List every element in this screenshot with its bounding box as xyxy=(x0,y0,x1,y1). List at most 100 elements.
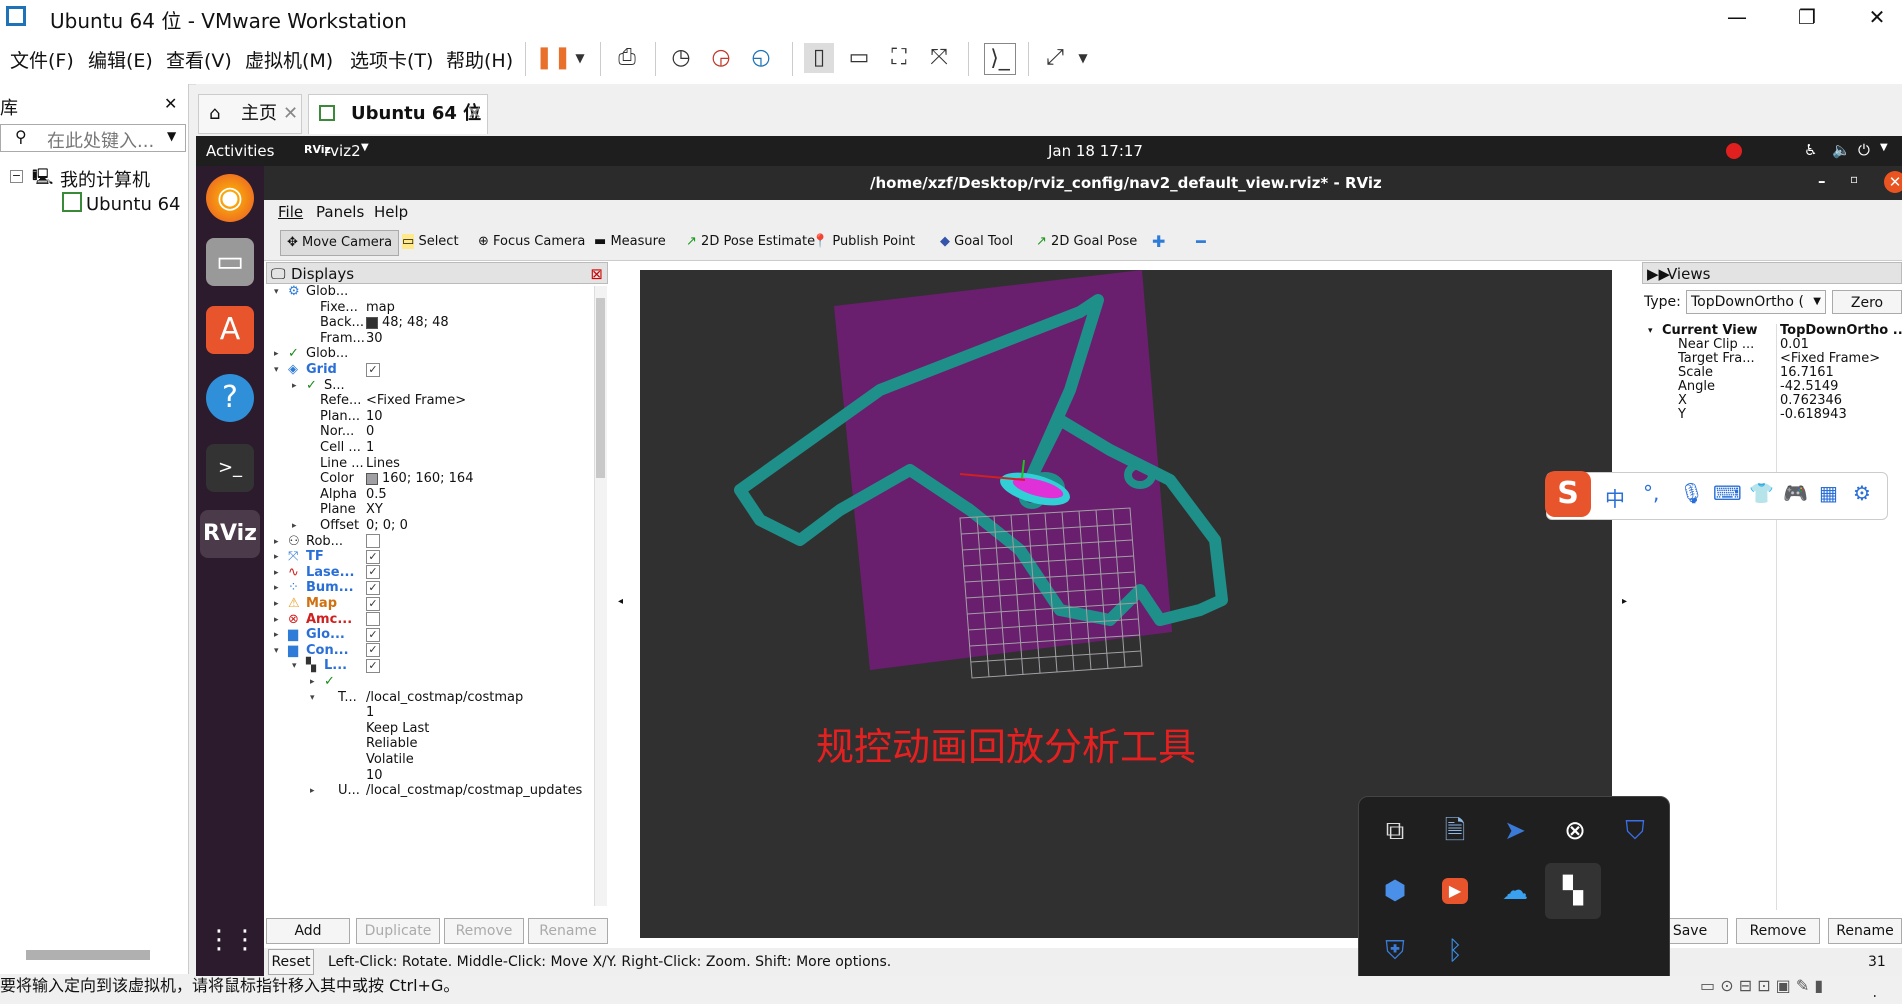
tool-2d-goal-pose[interactable]: ↗ 2D Goal Pose xyxy=(1030,230,1143,254)
snapshot-manager-icon[interactable]: ◵ xyxy=(746,43,776,73)
defender-icon[interactable]: ⛨ xyxy=(1371,927,1419,975)
search-input[interactable]: 在此处键入... xyxy=(47,127,154,153)
scroll-thumb[interactable] xyxy=(596,298,605,478)
display-row[interactable]: Refe... <Fixed Frame> xyxy=(266,393,594,409)
accessibility-icon[interactable]: ♿ xyxy=(1804,141,1817,159)
enable-checkbox[interactable]: ✓ xyxy=(366,627,380,642)
expand-arrow-icon[interactable]: ▸ xyxy=(274,549,279,565)
display-row[interactable]: Fram... 30 xyxy=(266,331,594,347)
chinese-mode-icon[interactable]: 中 xyxy=(1605,483,1625,512)
enable-checkbox[interactable]: ✓ xyxy=(366,596,380,611)
enable-checkbox[interactable]: ✓ xyxy=(366,658,380,673)
display-row[interactable]: ▸ ∿ Lase... ✓ xyxy=(266,565,594,581)
display-value[interactable]: ✓ xyxy=(366,549,380,565)
enable-checkbox[interactable]: ✓ xyxy=(366,643,380,658)
expand-arrow-icon[interactable]: ▾ xyxy=(274,643,279,659)
pause-icon[interactable]: ❚❚ xyxy=(535,43,572,73)
view-property-row[interactable]: Scale 16.7161 xyxy=(1642,366,1902,380)
displays-tree[interactable]: ▾ ⚙ Glob... Fixe... map Back... 48; 48; 48 Fram… xyxy=(266,284,594,912)
menu-vm[interactable]: 虚拟机(M) xyxy=(245,46,333,73)
help-icon[interactable]: ? xyxy=(206,374,254,422)
display-row[interactable]: ▸ ⚠ Map ✓ xyxy=(266,596,594,612)
display-row[interactable]: Plane XY xyxy=(266,502,594,518)
expand-arrow-icon[interactable]: ▾ xyxy=(274,362,279,378)
view-property-value[interactable]: -0.618943 xyxy=(1780,408,1847,422)
wps-icon[interactable]: ▶ xyxy=(1442,878,1468,904)
enable-checkbox[interactable]: ✓ xyxy=(366,580,380,595)
menu-tabs[interactable]: 选项卡(T) xyxy=(350,46,433,73)
display-row[interactable]: Line ... Lines xyxy=(266,456,594,472)
display-row[interactable]: ▸ ✓ Glob... xyxy=(266,346,594,362)
display-row[interactable]: ▸ ⚇ Rob... xyxy=(266,534,594,550)
display-row[interactable]: ▸ ⁘ Bum... ✓ xyxy=(266,580,594,596)
display-row[interactable]: ▸ Offset 0; 0; 0 xyxy=(266,518,594,534)
chevron-down-icon[interactable]: ▼ xyxy=(167,129,176,143)
view-property-row[interactable]: Near Clip ... 0.01 xyxy=(1642,338,1902,352)
enable-checkbox[interactable]: ✓ xyxy=(366,549,380,564)
tab-ubuntu[interactable]: Ubuntu 64 位 ✕ xyxy=(308,94,488,134)
xbox-icon[interactable]: ⊗ xyxy=(1551,807,1599,855)
display-value[interactable]: 0 xyxy=(366,424,374,440)
expand-arrow-icon[interactable]: ▸ xyxy=(310,783,315,799)
display-row[interactable]: 1 xyxy=(266,705,594,721)
view-property-value[interactable]: 16.7161 xyxy=(1780,366,1834,380)
display-row[interactable]: Alpha 0.5 xyxy=(266,487,594,503)
display-value[interactable]: 48; 48; 48 xyxy=(366,315,449,331)
display-value[interactable]: XY xyxy=(366,502,383,518)
zero-button[interactable]: Zero xyxy=(1832,290,1902,314)
vmware-tray-icon[interactable]: ⧉ xyxy=(1371,807,1419,855)
stretch-icon[interactable]: ⤢ xyxy=(1040,43,1070,73)
keyboard-icon[interactable]: ⌨ xyxy=(1713,481,1742,505)
menu-help[interactable]: Help xyxy=(374,203,408,221)
expand-arrow-icon[interactable]: ▸ xyxy=(292,518,297,534)
view-property-row[interactable]: X 0.762346 xyxy=(1642,394,1902,408)
minimize-button[interactable]: — xyxy=(1712,0,1762,34)
display-row[interactable]: Color 160; 160; 164 xyxy=(266,471,594,487)
sogou-logo-icon[interactable]: S xyxy=(1545,471,1591,517)
remove-button[interactable]: Remove xyxy=(444,918,524,944)
close-button[interactable]: ✕ xyxy=(1852,0,1902,34)
terminal-icon[interactable]: >_ xyxy=(206,444,254,492)
display-value[interactable]: map xyxy=(366,300,395,316)
expand-arrow-icon[interactable]: ▾ xyxy=(1648,324,1653,338)
snapshot-icon[interactable]: ◷ xyxy=(666,43,696,73)
maximize-button[interactable]: ▫ xyxy=(1850,172,1858,186)
revert-snapshot-icon[interactable]: ◶ xyxy=(706,43,736,73)
view-property-value[interactable]: 0.01 xyxy=(1780,338,1809,352)
display-value[interactable]: /local_costmap/costmap_updates xyxy=(366,783,582,799)
expand-arrow-icon[interactable]: ▸ xyxy=(274,565,279,581)
display-value[interactable]: <Fixed Frame> xyxy=(366,393,466,409)
app-tray-icon[interactable]: ⬢ xyxy=(1371,867,1419,915)
view-property-row[interactable]: ▾ Current View TopDownOrtho ... xyxy=(1642,324,1902,338)
display-value[interactable]: 10 xyxy=(366,409,383,425)
collapse-right-icon[interactable]: ▸ xyxy=(1622,596,1627,607)
display-row[interactable]: ▾ ⚙ Glob... xyxy=(266,284,594,300)
views-tree[interactable]: ▾ Current View TopDownOrtho ... Near Clip .… xyxy=(1642,324,1902,484)
menu-file[interactable]: File xyxy=(278,203,303,221)
remove-tool-icon[interactable]: ━ xyxy=(1190,230,1212,254)
game-icon[interactable]: 🎮 xyxy=(1783,481,1808,505)
display-value[interactable]: 10 xyxy=(366,768,383,784)
tool-measure[interactable]: ▬ Measure xyxy=(588,230,672,254)
restore-button[interactable]: ❐ xyxy=(1782,0,1832,34)
library-search[interactable]: ⚲ 在此处键入... ▼ xyxy=(0,124,186,152)
thumbnail-view-icon[interactable]: ▭ xyxy=(844,43,874,73)
display-value[interactable]: 0; 0; 0 xyxy=(366,518,408,534)
files-icon[interactable]: ▭ xyxy=(206,238,254,286)
menu-edit[interactable]: 编辑(E) xyxy=(88,46,153,73)
add-button[interactable]: Add xyxy=(266,918,350,944)
display-value[interactable]: 1 xyxy=(366,705,374,721)
firefox-icon[interactable]: ◉ xyxy=(206,174,254,222)
punctuation-icon[interactable]: °, xyxy=(1643,481,1659,505)
display-row[interactable]: ▸ U... /local_costmap/costmap_updates xyxy=(266,783,594,799)
display-value[interactable]: ✓ xyxy=(366,596,380,612)
menu-file[interactable]: 文件(F) xyxy=(10,46,74,73)
close-icon[interactable]: ⊠ xyxy=(590,263,603,285)
menu-view[interactable]: 查看(V) xyxy=(166,46,232,73)
display-value[interactable]: ✓ xyxy=(366,362,380,378)
display-row[interactable]: Back... 48; 48; 48 xyxy=(266,315,594,331)
enable-checkbox[interactable]: ✓ xyxy=(366,362,380,377)
expand-arrow-icon[interactable]: ▸ xyxy=(274,534,279,550)
display-row[interactable]: ▸ ✓ xyxy=(266,674,594,690)
expand-arrow-icon[interactable]: ▾ xyxy=(274,284,279,300)
